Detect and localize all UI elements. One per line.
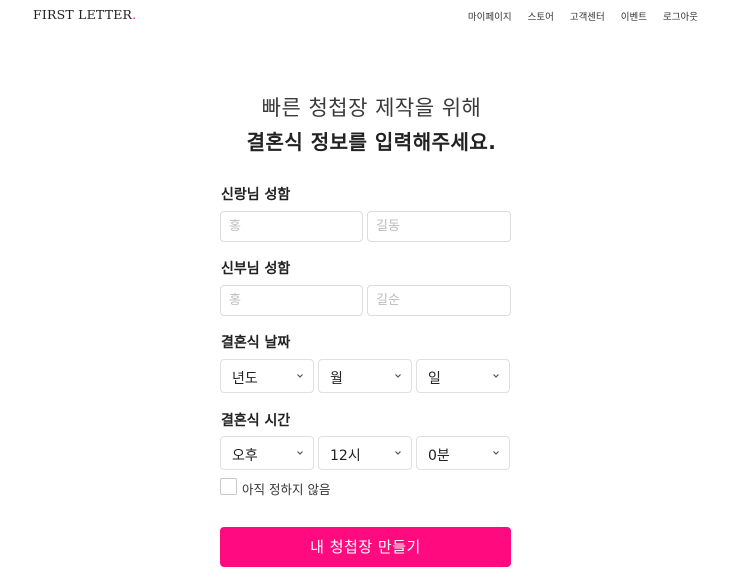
chevron-down-icon bbox=[297, 374, 303, 378]
minute-select[interactable]: 0분 bbox=[416, 436, 510, 470]
hour-select-value: 12시 bbox=[330, 448, 361, 464]
wedding-date-label: 결혼식 날짜 bbox=[221, 335, 291, 351]
nav-store[interactable]: 스토어 bbox=[528, 9, 554, 23]
undecided-checkbox-label[interactable]: 아직 정하지 않음 bbox=[242, 479, 330, 498]
day-select[interactable]: 일 bbox=[416, 359, 510, 393]
chevron-down-icon bbox=[493, 451, 499, 455]
day-select-value: 일 bbox=[428, 371, 441, 387]
top-header: FIRST LETTER. 마이페이지 스토어 고객센터 이벤트 로그아웃 bbox=[0, 0, 743, 32]
bride-first-name-input[interactable] bbox=[367, 285, 511, 316]
ampm-select[interactable]: 오후 bbox=[220, 436, 314, 470]
month-select-value: 월 bbox=[330, 371, 343, 387]
ampm-select-value: 오후 bbox=[232, 448, 258, 464]
page-title: 결혼식 정보를 입력해주세요. bbox=[246, 130, 497, 154]
logo-dot: . bbox=[132, 7, 137, 22]
nav-logout[interactable]: 로그아웃 bbox=[663, 9, 698, 23]
chevron-down-icon bbox=[493, 374, 499, 378]
year-select-value: 년도 bbox=[232, 371, 258, 387]
groom-first-name-input[interactable] bbox=[367, 211, 511, 242]
groom-last-name-input[interactable] bbox=[220, 211, 363, 242]
groom-name-label: 신랑님 성함 bbox=[221, 187, 291, 203]
nav-mypage[interactable]: 마이페이지 bbox=[468, 9, 512, 23]
year-select[interactable]: 년도 bbox=[220, 359, 314, 393]
hour-select[interactable]: 12시 bbox=[318, 436, 412, 470]
nav-event[interactable]: 이벤트 bbox=[621, 9, 647, 23]
wedding-time-label: 결혼식 시간 bbox=[221, 413, 291, 429]
chevron-down-icon bbox=[395, 374, 401, 378]
page-subtitle: 빠른 청첩장 제작을 위해 bbox=[261, 96, 482, 120]
chevron-down-icon bbox=[395, 451, 401, 455]
create-invitation-button[interactable]: 내 청첩장 만들기 bbox=[220, 527, 511, 567]
bride-name-label: 신부님 성함 bbox=[221, 261, 291, 277]
logo-text: FIRST LETTER bbox=[33, 7, 133, 22]
minute-select-value: 0분 bbox=[428, 448, 450, 464]
bride-last-name-input[interactable] bbox=[220, 285, 363, 316]
month-select[interactable]: 월 bbox=[318, 359, 412, 393]
top-nav: 마이페이지 스토어 고객센터 이벤트 로그아웃 bbox=[468, 9, 698, 23]
chevron-down-icon bbox=[297, 451, 303, 455]
brand-logo[interactable]: FIRST LETTER. bbox=[33, 7, 136, 22]
undecided-checkbox[interactable] bbox=[220, 478, 237, 495]
nav-customer-center[interactable]: 고객센터 bbox=[570, 9, 605, 23]
